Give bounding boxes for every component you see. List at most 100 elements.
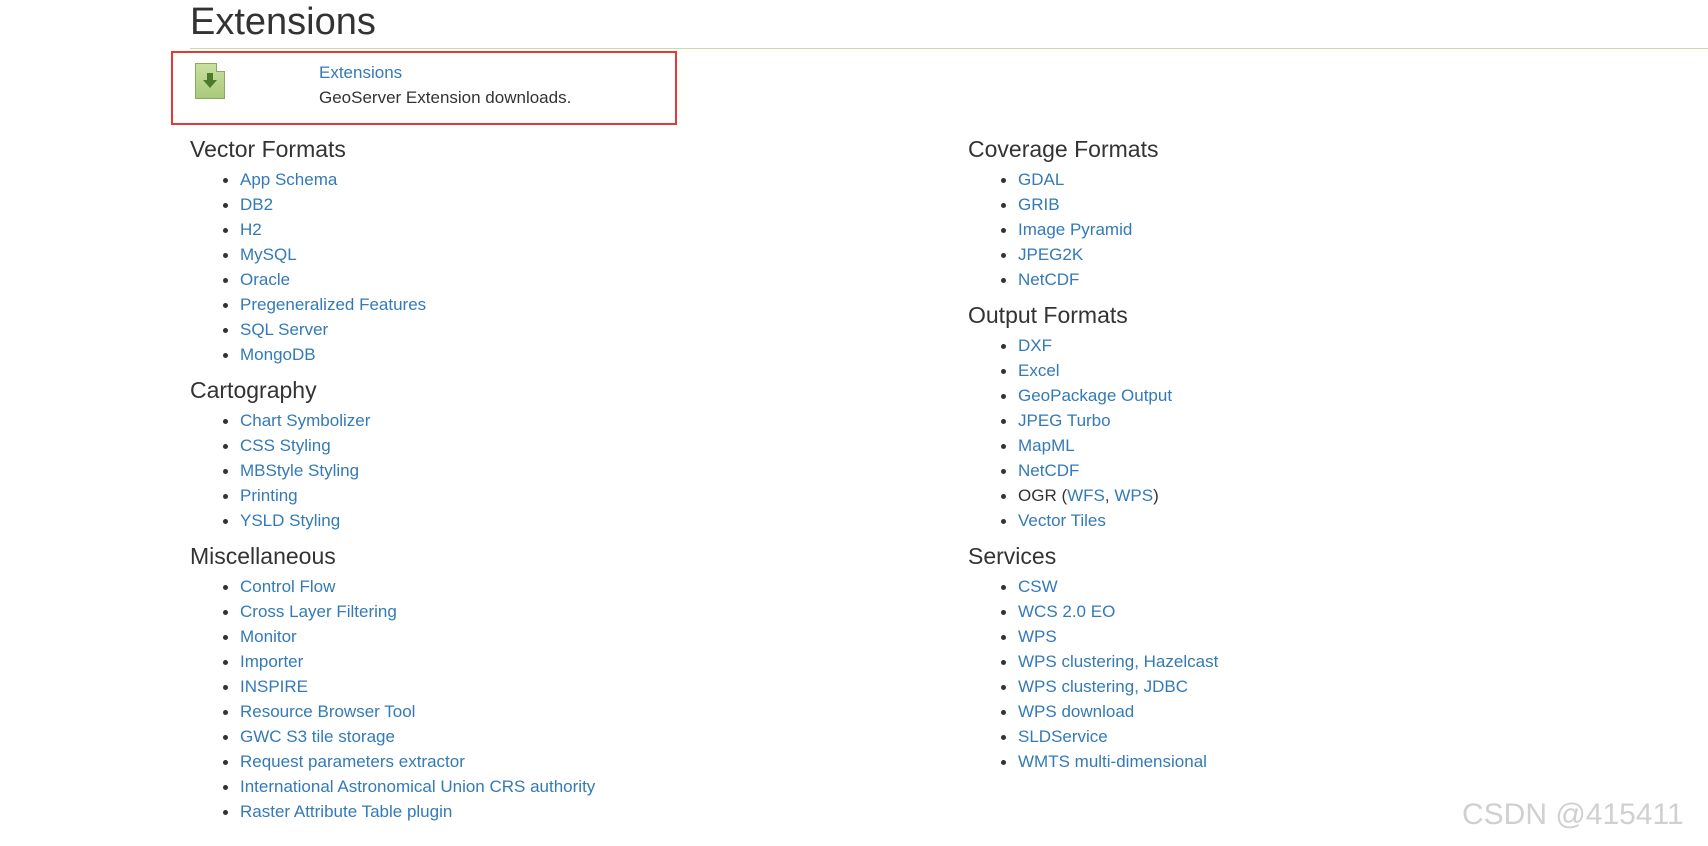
list-item: Excel: [968, 358, 1218, 383]
extension-link[interactable]: YSLD Styling: [240, 511, 340, 530]
section-title-services: Services: [968, 543, 1057, 569]
list-item: GWC S3 tile storage: [190, 724, 595, 749]
list-item: DB2: [190, 192, 595, 217]
list-item: SLDService: [968, 724, 1218, 749]
list-item: Printing: [190, 483, 595, 508]
list-item: MongoDB: [190, 342, 595, 367]
list-item: Oracle: [190, 267, 595, 292]
list-item: Vector Tiles: [968, 508, 1218, 533]
list-item: JPEG Turbo: [968, 408, 1218, 433]
watermark: CSDN @415411: [1462, 798, 1684, 831]
extension-link[interactable]: SLDService: [1018, 727, 1108, 746]
list-item: WPS: [968, 624, 1218, 649]
right-column: Coverage Formats GDAL GRIB Image Pyramid…: [968, 131, 1218, 779]
list-item: SQL Server: [190, 317, 595, 342]
list-item: CSW: [968, 574, 1218, 599]
list-item: WMTS multi-dimensional: [968, 749, 1218, 774]
list-item: Control Flow: [190, 574, 595, 599]
extension-link[interactable]: WMTS multi-dimensional: [1018, 752, 1207, 771]
list-item: YSLD Styling: [190, 508, 595, 533]
extension-link[interactable]: Importer: [240, 652, 303, 671]
list-item: Cross Layer Filtering: [190, 599, 595, 624]
list-item: WPS clustering, JDBC: [968, 674, 1218, 699]
list-item: CSS Styling: [190, 433, 595, 458]
extension-link[interactable]: GRIB: [1018, 195, 1060, 214]
extension-link[interactable]: DXF: [1018, 336, 1052, 355]
list-item: International Astronomical Union CRS aut…: [190, 774, 595, 799]
list-item-ogr: OGR (WFS, WPS): [968, 483, 1218, 508]
services-list: CSW WCS 2.0 EO WPS WPS clustering, Hazel…: [968, 574, 1218, 774]
extension-link[interactable]: Monitor: [240, 627, 297, 646]
list-item: Image Pyramid: [968, 217, 1218, 242]
list-item: Resource Browser Tool: [190, 699, 595, 724]
cartography-list: Chart Symbolizer CSS Styling MBStyle Sty…: [190, 408, 595, 533]
list-item: INSPIRE: [190, 674, 595, 699]
extension-link[interactable]: Pregeneralized Features: [240, 295, 426, 314]
extension-link[interactable]: Resource Browser Tool: [240, 702, 415, 721]
list-item: WCS 2.0 EO: [968, 599, 1218, 624]
section-title-miscellaneous: Miscellaneous: [190, 543, 336, 569]
ogr-wfs-link[interactable]: WFS: [1067, 486, 1105, 505]
extension-link[interactable]: JPEG2K: [1018, 245, 1083, 264]
extension-link[interactable]: Control Flow: [240, 577, 335, 596]
list-item: GRIB: [968, 192, 1218, 217]
ogr-wps-link[interactable]: WPS: [1114, 486, 1153, 505]
list-item: MBStyle Styling: [190, 458, 595, 483]
extension-link[interactable]: Excel: [1018, 361, 1060, 380]
extension-link[interactable]: Raster Attribute Table plugin: [240, 802, 452, 821]
list-item: GeoPackage Output: [968, 383, 1218, 408]
extension-link[interactable]: MBStyle Styling: [240, 461, 359, 480]
list-item: Chart Symbolizer: [190, 408, 595, 433]
list-item: App Schema: [190, 167, 595, 192]
ogr-suffix: ): [1153, 486, 1159, 505]
extensions-link[interactable]: Extensions: [319, 62, 402, 84]
extension-link[interactable]: SQL Server: [240, 320, 328, 339]
extension-link[interactable]: GWC S3 tile storage: [240, 727, 395, 746]
extension-link[interactable]: Vector Tiles: [1018, 511, 1106, 530]
extension-link[interactable]: WCS 2.0 EO: [1018, 602, 1115, 621]
extension-link[interactable]: INSPIRE: [240, 677, 308, 696]
extension-link[interactable]: International Astronomical Union CRS aut…: [240, 777, 595, 796]
list-item: DXF: [968, 333, 1218, 358]
download-icon[interactable]: [195, 63, 225, 99]
list-item: NetCDF: [968, 267, 1218, 292]
extension-link[interactable]: WPS: [1018, 627, 1057, 646]
list-item: WPS clustering, Hazelcast: [968, 649, 1218, 674]
extension-link[interactable]: MongoDB: [240, 345, 316, 364]
miscellaneous-list: Control Flow Cross Layer Filtering Monit…: [190, 574, 595, 824]
list-item: Request parameters extractor: [190, 749, 595, 774]
extension-link[interactable]: CSS Styling: [240, 436, 331, 455]
ogr-separator: ,: [1104, 486, 1115, 505]
extension-link[interactable]: GeoPackage Output: [1018, 386, 1172, 405]
title-divider: [190, 48, 1708, 49]
extension-link[interactable]: WPS download: [1018, 702, 1134, 721]
extension-link[interactable]: Oracle: [240, 270, 290, 289]
extension-link[interactable]: GDAL: [1018, 170, 1064, 189]
extension-link[interactable]: WPS clustering, JDBC: [1018, 677, 1188, 696]
extension-link[interactable]: JPEG Turbo: [1018, 411, 1111, 430]
extension-link[interactable]: NetCDF: [1018, 270, 1079, 289]
extension-link[interactable]: MySQL: [240, 245, 297, 264]
extension-link[interactable]: CSW: [1018, 577, 1058, 596]
list-item: H2: [190, 217, 595, 242]
section-title-cartography: Cartography: [190, 377, 317, 403]
extensions-description: GeoServer Extension downloads.: [319, 88, 572, 107]
list-item: WPS download: [968, 699, 1218, 724]
extension-link[interactable]: NetCDF: [1018, 461, 1079, 480]
extension-link[interactable]: Request parameters extractor: [240, 752, 465, 771]
extension-link[interactable]: DB2: [240, 195, 273, 214]
left-column: Vector Formats App Schema DB2 H2 MySQL O…: [190, 131, 595, 829]
list-item: NetCDF: [968, 458, 1218, 483]
coverage-formats-list: GDAL GRIB Image Pyramid JPEG2K NetCDF: [968, 167, 1218, 292]
extension-link[interactable]: WPS clustering, Hazelcast: [1018, 652, 1218, 671]
extension-link[interactable]: Cross Layer Filtering: [240, 602, 397, 621]
ogr-prefix: OGR (: [1018, 486, 1068, 505]
extension-link[interactable]: Image Pyramid: [1018, 220, 1132, 239]
extension-link[interactable]: Chart Symbolizer: [240, 411, 370, 430]
extension-link[interactable]: Printing: [240, 486, 298, 505]
extension-link[interactable]: H2: [240, 220, 262, 239]
output-formats-list: DXF Excel GeoPackage Output JPEG Turbo M…: [968, 333, 1218, 533]
extension-link[interactable]: App Schema: [240, 170, 337, 189]
extension-link[interactable]: MapML: [1018, 436, 1075, 455]
list-item: Monitor: [190, 624, 595, 649]
